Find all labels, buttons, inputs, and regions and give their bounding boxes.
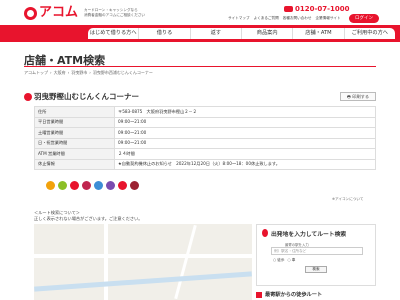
row-value: 09:00～21:00: [114, 127, 376, 139]
store-header: 羽曳野樫山むじんくんコーナー 🖶 印刷する: [24, 92, 376, 102]
row-value: ２４時間: [114, 148, 376, 160]
row-value: 09:00～21:00: [114, 137, 376, 149]
service-atm-icon: [46, 181, 55, 190]
table-row: 日・祝営業時間 09:00～21:00: [34, 137, 376, 149]
login-button[interactable]: ログイン: [349, 14, 379, 23]
breadcrumb-current: 羽曳野市西浦むじんくんコーナー: [92, 70, 153, 75]
breadcrumb-sep: ›: [89, 70, 91, 75]
walk-route-heading: 最寄駅からの徒歩ルート: [256, 291, 322, 298]
location-pin-icon: [262, 229, 268, 237]
map-road: [104, 224, 108, 300]
row-key: 平日営業時間: [34, 116, 115, 128]
map-river: [34, 271, 252, 292]
row-value: ★自動契約機休止のお知らせ 2022年12月20日（火）8:00～18：00休止…: [114, 158, 376, 170]
service-contract-icon: [58, 181, 67, 190]
breadcrumb-sep: ›: [50, 70, 52, 75]
util-link-sitemap[interactable]: サイトマップ: [228, 16, 250, 21]
row-value: 09:00～21:00: [114, 116, 376, 128]
logo-mark-icon: [24, 6, 37, 20]
acom-logo[interactable]: アコム: [24, 6, 78, 20]
route-search-title: 出発地を入力してルート検索: [271, 232, 347, 238]
nav-products[interactable]: 商品案内: [242, 28, 294, 39]
service-card-icon: [70, 181, 79, 190]
map-road: [174, 224, 197, 300]
breadcrumb-city[interactable]: 羽曳野市: [71, 70, 87, 76]
radio-walk[interactable]: ○ 徒歩: [273, 258, 284, 263]
nav-tabs: はじめて借りる方へ 借りる 返す 商品案内 店舗・ATM ご利用中の方へ: [88, 28, 395, 39]
row-key: 住所: [34, 106, 115, 118]
radio-car-label: 車: [291, 258, 296, 262]
print-button[interactable]: 🖶 印刷する: [340, 92, 376, 101]
nav-existing-users[interactable]: ご利用中の方へ: [345, 28, 395, 39]
travel-mode-radios: ○ 徒歩 ○ 車: [273, 258, 295, 263]
breadcrumb-home[interactable]: アコムトップ: [24, 70, 48, 76]
table-row: 平日営業時間 09:00～21:00: [34, 116, 376, 128]
tagline-line2: 消費者金融のアコムにご相談ください: [84, 13, 146, 17]
util-link-faq[interactable]: よくあるご質問: [254, 16, 279, 21]
walk-route-icon: [256, 291, 262, 298]
service-holiday-icon: [94, 181, 103, 190]
site-header: アコム カードローン・キャッシングなら 消費者金融のアコムにご相談ください 01…: [0, 0, 400, 25]
icon-note-link[interactable]: ※アイコンについて: [332, 197, 363, 202]
row-key: ATM 営業時間: [34, 148, 115, 160]
route-info-text: 正しく表示されない場合がございます。ご注意ください。: [34, 216, 143, 221]
free-dial-icon: [284, 6, 293, 12]
row-value: 〒583-0875 大阪府羽曳野市樫山２－２: [114, 106, 376, 118]
nav-store-atm[interactable]: 店舗・ATM: [293, 28, 345, 39]
global-nav: はじめて借りる方へ 借りる 返す 商品案内 店舗・ATM ご利用中の方へ: [0, 25, 400, 42]
store-name: 羽曳野樫山むじんくんコーナー: [34, 92, 139, 101]
row-key: 休止情報: [34, 158, 115, 170]
service-icons: [46, 181, 139, 190]
title-divider: [24, 66, 376, 67]
store-info-table: 住所 〒583-0875 大阪府羽曳野市樫山２－２ 平日営業時間 09:00～2…: [34, 106, 376, 170]
service-barrier-free-icon: [118, 181, 127, 190]
service-repay-icon: [82, 181, 91, 190]
service-night-icon: [106, 181, 115, 190]
table-row: 休止情報 ★自動契約機休止のお知らせ 2022年12月20日（火）8:00～18…: [34, 158, 376, 170]
breadcrumb-sep: ›: [67, 70, 70, 75]
store-badge-icon: [24, 93, 32, 101]
route-search-button[interactable]: 検索: [305, 266, 327, 273]
nav-repay[interactable]: 返す: [191, 28, 242, 39]
util-link-corporate[interactable]: 企業情報サイト: [315, 16, 340, 21]
route-info: ＜ルート検索について＞ 正しく表示されない場合がございます。ご注意ください。: [34, 210, 142, 222]
nav-borrow[interactable]: 借りる: [139, 28, 191, 39]
utility-links: サイトマップ よくあるご質問 各種お問い合わせ 企業情報サイト: [228, 16, 341, 21]
row-key: 日・祝営業時間: [34, 137, 115, 149]
route-search-panel: 出発地を入力してルート検索 最寄の駅を入力 例）駅名・住所など ○ 徒歩 ○ 車…: [256, 224, 376, 286]
table-row: ATM 営業時間 ２４時間: [34, 148, 376, 160]
radio-walk-label: 徒歩: [277, 258, 285, 262]
tagline: カードローン・キャッシングなら 消費者金融のアコムにご相談ください: [84, 8, 164, 18]
print-label: 印刷する: [352, 94, 370, 99]
util-link-contact[interactable]: 各種お問い合わせ: [283, 16, 312, 21]
breadcrumb-prefecture[interactable]: 大阪府: [54, 70, 66, 76]
phone-number[interactable]: 0120-07-1000: [284, 5, 350, 13]
breadcrumb: アコムトップ › 大阪府 › 羽曳野市 › 羽曳野市西浦むじんくんコーナー: [24, 70, 153, 76]
row-key: 土曜営業時間: [34, 127, 115, 139]
phone-text: 0120-07-1000: [295, 5, 350, 13]
radio-car[interactable]: ○ 車: [287, 258, 295, 263]
nav-first-time[interactable]: はじめて借りる方へ: [88, 28, 140, 39]
service-parking-icon: [130, 181, 139, 190]
logo-text: アコム: [39, 5, 79, 20]
origin-input[interactable]: 例）駅名・住所など: [271, 247, 363, 255]
table-row: 住所 〒583-0875 大阪府羽曳野市樫山２－２: [34, 106, 376, 118]
map-road: [34, 254, 252, 258]
table-row: 土曜営業時間 09:00～21:00: [34, 127, 376, 139]
walk-route-label: 最寄駅からの徒歩ルート: [265, 292, 323, 298]
store-map[interactable]: [34, 224, 252, 300]
